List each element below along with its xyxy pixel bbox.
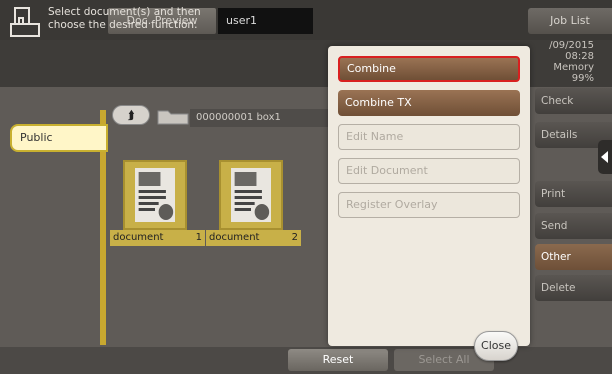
time-display: 08:28 [565, 51, 594, 62]
document-number: 2 [291, 232, 298, 243]
edit-document-button[interactable]: Edit Document [338, 158, 520, 184]
arrow-left-icon [601, 151, 608, 163]
panel-collapse-tab[interactable] [598, 140, 612, 174]
combine-button[interactable]: Combine [338, 56, 520, 82]
document-chart-icon [231, 168, 271, 222]
job-list-button[interactable]: Job List [528, 8, 612, 34]
box-name-label: 000000001 box1 [190, 109, 330, 127]
other-function-popup: Combine Combine TX Edit Name Edit Docume… [328, 46, 530, 346]
instruction-line-2: choose the desired function. [48, 19, 198, 31]
document-name: document [113, 232, 164, 243]
edit-name-button[interactable]: Edit Name [338, 124, 520, 150]
box-folder-icon [157, 110, 189, 125]
combine-tx-button[interactable]: Combine TX [338, 90, 520, 116]
register-overlay-button[interactable]: Register Overlay [338, 192, 520, 218]
document-thumbnail[interactable] [123, 160, 187, 230]
memory-label: Memory [553, 62, 594, 73]
document-hand-icon [10, 7, 40, 37]
check-setting-button[interactable]: Check Setting [535, 88, 612, 133]
delete-button[interactable]: Delete [535, 275, 612, 301]
date-display: /09/2015 [549, 40, 594, 51]
document-name: document [209, 232, 260, 243]
status-area: /09/2015 08:28 Memory 99% [530, 40, 612, 90]
document-chart-icon [135, 168, 175, 222]
document-number: 1 [195, 232, 202, 243]
send-button[interactable]: Send [535, 213, 612, 239]
print-button[interactable]: Print [535, 181, 612, 207]
close-button[interactable]: Close [474, 331, 518, 361]
up-folder-button[interactable]: ⮭ [112, 105, 150, 125]
document-label[interactable]: document 1 [110, 230, 205, 246]
document-label[interactable]: document 2 [206, 230, 301, 246]
instruction-line-1: Select document(s) and then [48, 6, 201, 18]
reset-button[interactable]: Reset [288, 349, 388, 371]
instruction-message: Select document(s) and then choose the d… [48, 6, 278, 32]
tab-public[interactable]: Public [10, 124, 108, 152]
document-thumbnail[interactable] [219, 160, 283, 230]
other-button[interactable]: Other [535, 244, 612, 270]
memory-value: 99% [571, 73, 594, 84]
